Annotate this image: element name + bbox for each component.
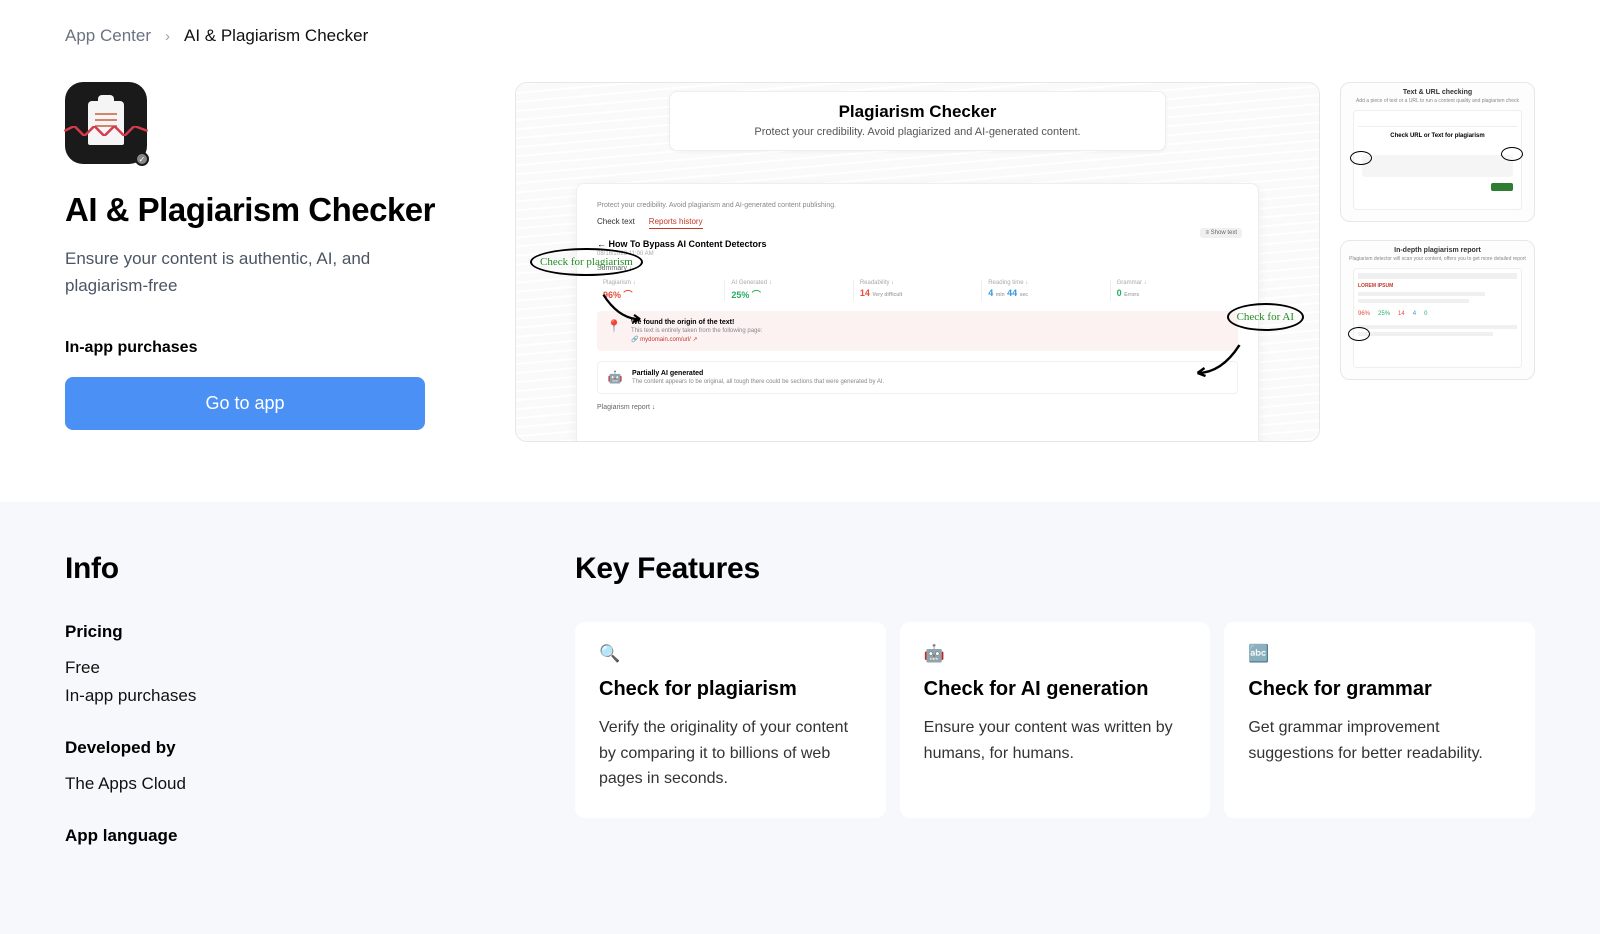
feature-desc: Ensure your content was written by human…	[924, 715, 1187, 766]
metric-gram-label: Grammar ↓	[1117, 280, 1232, 286]
feature-title: Check for plagiarism	[599, 678, 862, 701]
metric-plag-label: Plagiarism ↓	[603, 280, 718, 286]
chevron-right-icon: ›	[165, 28, 170, 45]
thumbnail-2[interactable]: In-depth plagiarism report Plagiarism de…	[1340, 240, 1535, 380]
pricing-free: Free	[65, 654, 525, 682]
thumb1-heading: Check URL or Text for plagiarism	[1358, 133, 1517, 139]
metric-gram-suffix: Errors	[1124, 292, 1139, 298]
pricing-iap: In-app purchases	[65, 682, 525, 710]
metric-time-sec-s: sec	[1020, 292, 1028, 298]
report-heading: Plagiarism report ↓	[597, 404, 1238, 411]
search-icon: 🔍	[599, 644, 862, 664]
thumb2-title: In-depth plagiarism report	[1347, 247, 1528, 254]
info-title: Info	[65, 552, 525, 586]
breadcrumb-current: AI & Plagiarism Checker	[184, 26, 368, 46]
app-title: AI & Plagiarism Checker	[65, 192, 465, 228]
metric-read-label: Readability ↓	[860, 280, 975, 286]
hero-article-date: 08/16/2023 11:00 AM	[597, 251, 1238, 257]
app-subtitle: Ensure your content is authentic, AI, an…	[65, 246, 405, 299]
developer-name: The Apps Cloud	[65, 770, 525, 798]
summary-heading: Summary ↓	[597, 265, 1238, 272]
metric-ai-label: AI Generated ↓	[731, 280, 846, 286]
feature-title: Check for grammar	[1248, 678, 1511, 701]
hero-subtitle: Protect your credibility. Avoid plagiari…	[684, 126, 1152, 138]
robot-icon: 🤖	[924, 644, 1187, 664]
annotation-left: Check for plagiarism	[530, 248, 643, 276]
abc-icon: 🔤	[1248, 644, 1511, 664]
breadcrumb-home[interactable]: App Center	[65, 26, 151, 46]
check-badge-icon: ✓	[135, 152, 149, 166]
hero-screenshot[interactable]: Plagiarism Checker Protect your credibil…	[515, 82, 1320, 442]
thumb1-title: Text & URL checking	[1347, 89, 1528, 96]
app-icon: ✓	[65, 82, 147, 164]
hero-tab-reports: Reports history	[649, 217, 703, 229]
hero-title: Plagiarism Checker	[684, 102, 1152, 122]
metric-time-sec: 44	[1007, 288, 1017, 298]
feature-card-plagiarism: 🔍 Check for plagiarism Verify the origin…	[575, 622, 886, 818]
hero-tab-check: Check text	[597, 217, 635, 229]
finding2-desc: The content appears to be original, all …	[632, 379, 884, 385]
thumb1-sub: Add a piece of text or a URL to run a co…	[1347, 98, 1528, 104]
metric-read-suffix: Very difficult	[872, 292, 902, 298]
finding1-title: We found the origin of the text!	[631, 319, 762, 326]
metric-gram-value: 0	[1117, 288, 1122, 298]
arrow-icon	[1189, 343, 1244, 383]
features-title: Key Features	[575, 552, 1535, 586]
arrow-icon	[601, 293, 646, 328]
go-to-app-button[interactable]: Go to app	[65, 377, 425, 430]
thumb2-sub: Plagiarism detector will scan your conte…	[1347, 256, 1528, 262]
metric-time-min-s: min	[996, 292, 1005, 298]
finding2-title: Partially AI generated	[632, 370, 884, 377]
show-text-button: ≡ Show text	[1200, 228, 1242, 238]
hero-article-title: ← How To Bypass AI Content Detectors	[597, 239, 1238, 249]
metric-ai-value: 25% ⌒	[731, 288, 846, 301]
developer-heading: Developed by	[65, 738, 525, 758]
iap-label: In-app purchases	[65, 339, 465, 357]
robot-icon: 🤖	[608, 370, 622, 384]
metric-read-value: 14	[860, 288, 870, 298]
feature-desc: Verify the originality of your content b…	[599, 715, 862, 792]
metric-time-min: 4	[988, 288, 993, 298]
thumbnail-1[interactable]: Text & URL checking Add a piece of text …	[1340, 82, 1535, 222]
finding1-desc: This text is entirely taken from the fol…	[631, 328, 762, 334]
annotation-right: Check for AI	[1227, 303, 1304, 331]
hero-intro: Protect your credibility. Avoid plagiari…	[597, 202, 1238, 209]
feature-card-grammar: 🔤 Check for grammar Get grammar improvem…	[1224, 622, 1535, 818]
feature-card-ai: 🤖 Check for AI generation Ensure your co…	[900, 622, 1211, 818]
pricing-heading: Pricing	[65, 622, 525, 642]
feature-title: Check for AI generation	[924, 678, 1187, 701]
breadcrumb: App Center › AI & Plagiarism Checker	[65, 0, 1535, 82]
feature-desc: Get grammar improvement suggestions for …	[1248, 715, 1511, 766]
finding1-link: 🔗 mydomain.com/url/ ↗	[631, 336, 762, 343]
language-heading: App language	[65, 826, 525, 846]
metric-time-label: Reading time ↓	[988, 280, 1103, 286]
